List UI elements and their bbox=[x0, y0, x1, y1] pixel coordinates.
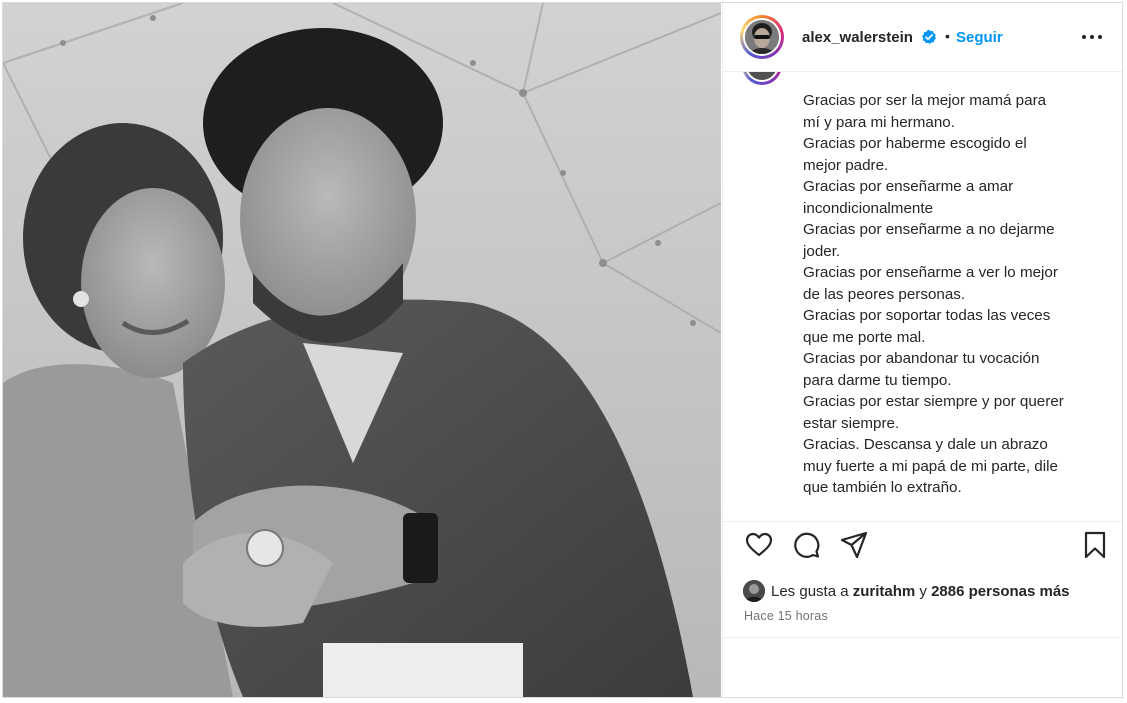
follow-button[interactable]: Seguir bbox=[956, 29, 1003, 46]
post-caption: Gracias por ser la mejor mamá para mí y p… bbox=[803, 90, 1103, 499]
likes-count[interactable]: 2886 personas más bbox=[931, 583, 1069, 600]
bookmark-icon[interactable] bbox=[1080, 530, 1110, 560]
caption-line: Gracias por abandonar tu vocación bbox=[803, 350, 1040, 367]
likes-joiner: y bbox=[919, 582, 927, 600]
liker-avatar[interactable] bbox=[743, 580, 765, 602]
post-dialog: alex_walerstein • Seguir Gracias por ser… bbox=[2, 2, 1123, 698]
caption-line: estar siempre. bbox=[803, 414, 900, 432]
separator-dot: • bbox=[945, 28, 950, 44]
author-username[interactable]: alex_walerstein bbox=[802, 29, 913, 46]
caption-line: mejor padre. bbox=[803, 156, 889, 174]
caption-line: incondicionalmente bbox=[803, 199, 934, 217]
caption-author-avatar[interactable] bbox=[742, 71, 782, 85]
post-header: alex_walerstein • Seguir bbox=[723, 3, 1122, 72]
caption-line: joder. bbox=[803, 242, 841, 260]
divider bbox=[723, 637, 1122, 638]
likes-summary[interactable]: Les gusta a zuritahm y 2886 personas más bbox=[743, 578, 1070, 604]
post-photo-illustration bbox=[3, 3, 721, 697]
liker-username[interactable]: zuritahm bbox=[853, 583, 916, 600]
caption-line: Gracias. Descansa y dale un abrazo bbox=[803, 436, 1048, 453]
post-sidebar: alex_walerstein • Seguir Gracias por ser… bbox=[722, 3, 1122, 697]
caption-line: para darme tu tiempo. bbox=[803, 371, 952, 389]
caption-line: Gracias por ser la mejor mamá para bbox=[803, 92, 1047, 109]
caption-line: Gracias por enseñarme a ver lo mejor bbox=[803, 264, 1058, 281]
caption-line: que también lo extraño. bbox=[803, 479, 962, 496]
caption-line: Gracias por estar siempre y por querer bbox=[803, 393, 1064, 410]
caption-line: que me porte mal. bbox=[803, 328, 926, 346]
comment-icon[interactable] bbox=[791, 530, 821, 560]
likes-prefix: Les gusta a bbox=[771, 582, 849, 600]
caption-line: mí y para mi hermano. bbox=[803, 113, 955, 131]
caption-line: Gracias por enseñarme a no dejarme bbox=[803, 221, 1055, 238]
caption-line: de las peores personas. bbox=[803, 285, 966, 303]
caption-line: Gracias por haberme escogido el bbox=[803, 135, 1027, 152]
caption-line: muy fuerte a mi papá de mi parte, dile bbox=[803, 457, 1058, 475]
verified-badge-icon bbox=[921, 29, 937, 45]
heart-icon[interactable] bbox=[744, 530, 774, 560]
author-avatar[interactable] bbox=[740, 15, 784, 59]
more-options-icon[interactable] bbox=[1079, 25, 1105, 49]
post-photo[interactable] bbox=[3, 3, 721, 697]
caption-line: Gracias por soportar todas las veces bbox=[803, 307, 1051, 324]
caption-line: Gracias por enseñarme a amar bbox=[803, 178, 1014, 195]
send-icon[interactable] bbox=[839, 530, 869, 560]
caption-scroll-area[interactable]: Gracias por ser la mejor mamá para mí y p… bbox=[723, 71, 1122, 521]
author-avatar-image bbox=[745, 20, 779, 54]
post-actions: Les gusta a zuritahm y 2886 personas más… bbox=[723, 521, 1122, 697]
post-timestamp[interactable]: Hace 15 horas bbox=[744, 609, 828, 623]
